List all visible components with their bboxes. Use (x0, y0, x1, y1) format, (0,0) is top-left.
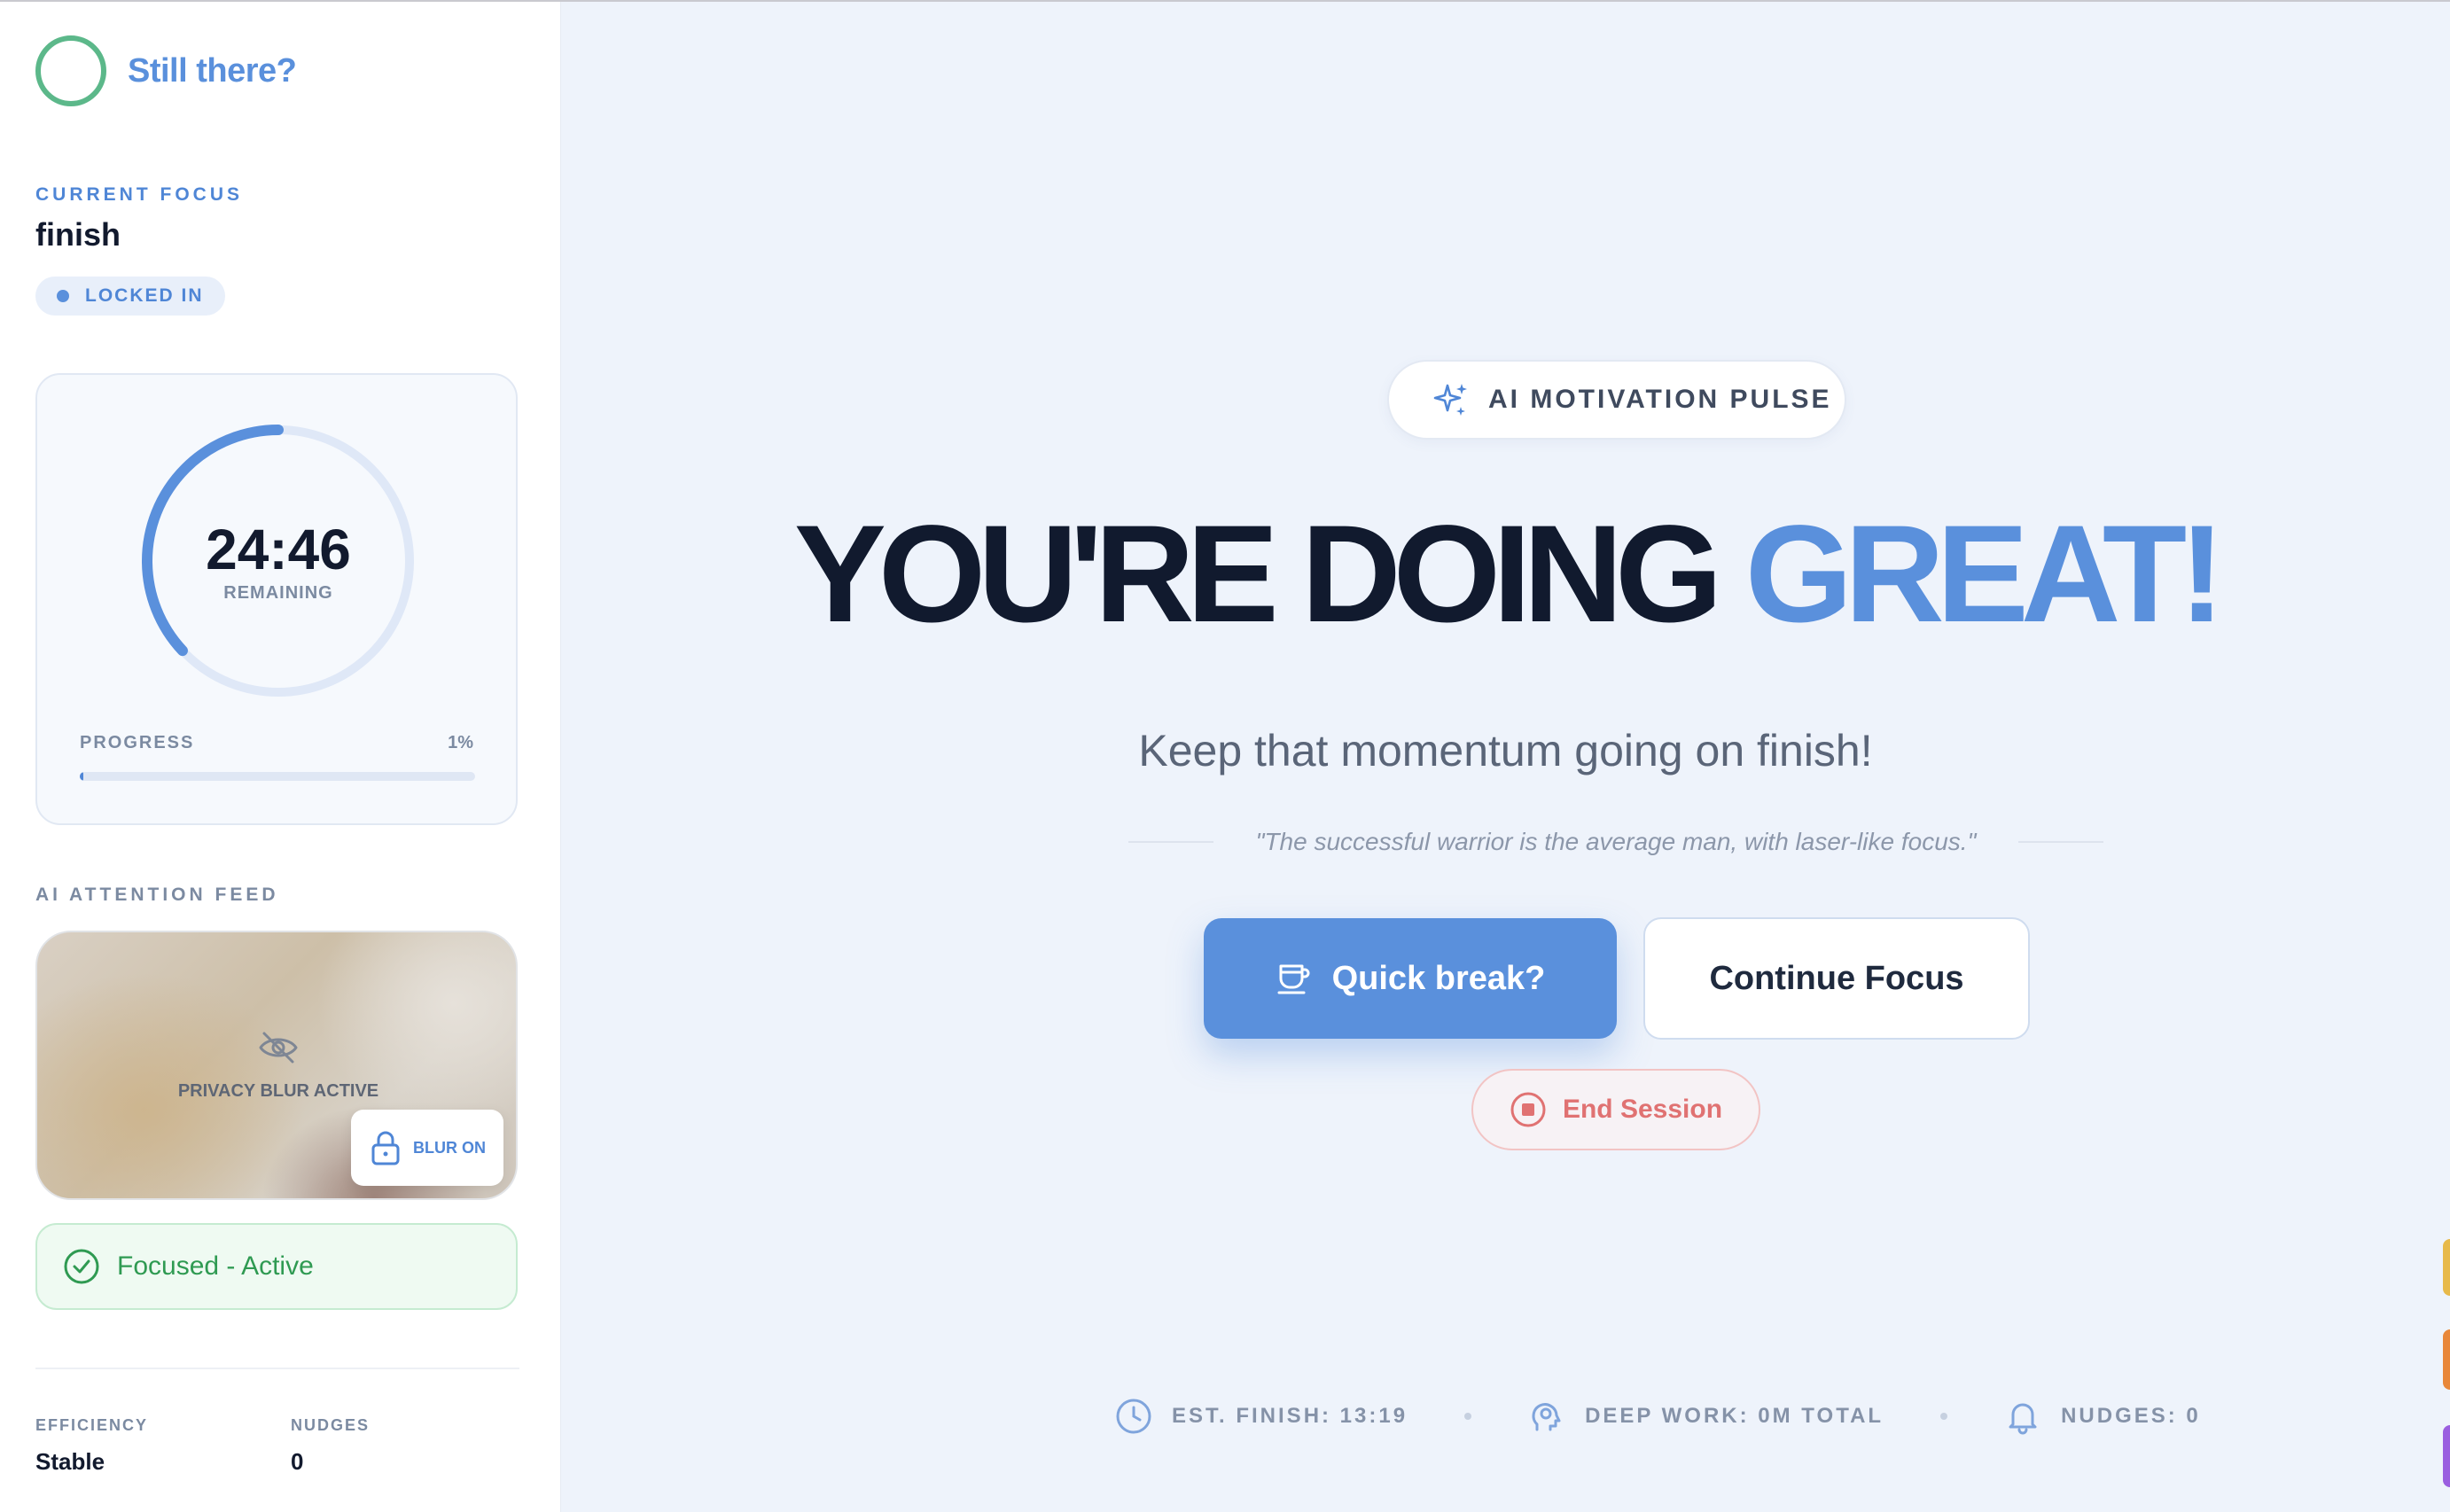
motivation-pulse-label: AI MOTIVATION PULSE (1488, 385, 1832, 414)
headline-main: YOU'RE DOING (793, 497, 1745, 651)
main-panel: AI MOTIVATION PULSE YOU'RE DOING GREAT! … (561, 0, 2450, 1512)
est-finish-stat: EST. FINISH: 13:19 (1115, 1398, 1408, 1435)
progress-percent: 1% (448, 733, 473, 752)
brand: Still there? (35, 35, 297, 106)
check-circle-icon (64, 1249, 99, 1284)
sidebar-divider (35, 1368, 519, 1369)
session-stats-row: EST. FINISH: 13:19 DEEP WORK: 0M TOTAL N… (1115, 1391, 2201, 1441)
locked-in-label: LOCKED IN (85, 285, 204, 306)
window-top-border (0, 0, 2450, 2)
stat-separator (1940, 1413, 1948, 1420)
quick-break-label: Quick break? (1331, 959, 1546, 997)
quote-rule-right (2018, 841, 2103, 843)
quick-break-button[interactable]: Quick break? (1204, 918, 1617, 1039)
end-session-button[interactable]: End Session (1471, 1069, 1760, 1150)
nudges-value: 0 (291, 1448, 304, 1475)
headline: YOU'RE DOING GREAT! (561, 505, 2450, 643)
current-focus-label: CURRENT FOCUS (35, 184, 243, 205)
brand-title: Still there? (128, 51, 297, 90)
locked-dot-icon (57, 290, 69, 302)
motivational-quote: "The successful warrior is the average m… (1255, 828, 1977, 855)
sparkles-icon (1433, 384, 1467, 416)
progress-bar (80, 772, 475, 781)
nudges-label: NUDGES (291, 1416, 371, 1434)
deep-work-text: DEEP WORK: 0M TOTAL (1585, 1404, 1884, 1428)
blur-toggle-label: BLUR ON (413, 1138, 486, 1157)
stat-separator (1464, 1413, 1472, 1420)
clock-icon (1116, 1399, 1151, 1434)
efficiency-value: Stable (35, 1448, 105, 1475)
timer-label: REMAINING (223, 583, 333, 603)
subheadline: Keep that momentum going on finish! (1138, 726, 1873, 775)
progress-bar-fill (80, 772, 84, 781)
eye-off-icon (259, 1032, 298, 1064)
lock-icon (371, 1131, 400, 1165)
focus-status-card: Focused - Active (35, 1223, 518, 1310)
progress-label: PROGRESS (80, 733, 195, 752)
coffee-cup-icon (1277, 964, 1310, 994)
stop-circle-icon (1510, 1092, 1546, 1127)
camera-feed: PRIVACY BLUR ACTIVE BLUR ON (35, 931, 518, 1200)
efficiency-label: EFFICIENCY (35, 1416, 149, 1434)
locked-in-badge: LOCKED IN (35, 277, 225, 316)
est-finish-text: EST. FINISH: 13:19 (1172, 1404, 1408, 1428)
timer-card: 24:46 REMAINING PROGRESS 1% (35, 373, 518, 825)
focus-status-text: Focused - Active (117, 1251, 314, 1281)
attention-feed-label: AI ATTENTION FEED (35, 885, 279, 905)
sidebar: Still there? CURRENT FOCUS finish LOCKED… (0, 0, 561, 1512)
continue-focus-button[interactable]: Continue Focus (1643, 917, 2030, 1040)
quote-row: "The successful warrior is the average m… (1128, 824, 2103, 860)
edge-tab-orange[interactable] (2443, 1329, 2450, 1390)
current-focus-value: finish (35, 216, 121, 253)
headline-accent: GREAT! (1744, 497, 2225, 651)
quote-rule-left (1128, 841, 1213, 843)
privacy-blur-label: PRIVACY BLUR ACTIVE (177, 1081, 379, 1101)
edge-tab-purple[interactable] (2443, 1425, 2450, 1487)
timer-value: 24:46 (206, 518, 351, 581)
bell-icon (2009, 1403, 2037, 1435)
status-ring-icon (35, 35, 106, 106)
nudges-stat: NUDGES: 0 (2004, 1398, 2201, 1435)
nudges-stat-text: NUDGES: 0 (2061, 1404, 2201, 1428)
end-session-label: End Session (1562, 1095, 1723, 1124)
motivation-pulse-pill: AI MOTIVATION PULSE (1387, 360, 1846, 440)
edge-tab-yellow[interactable] (2443, 1239, 2450, 1296)
blur-toggle-button[interactable]: BLUR ON (351, 1110, 503, 1186)
deep-work-stat: DEEP WORK: 0M TOTAL (1528, 1398, 1884, 1435)
brain-gear-icon (1532, 1403, 1561, 1431)
